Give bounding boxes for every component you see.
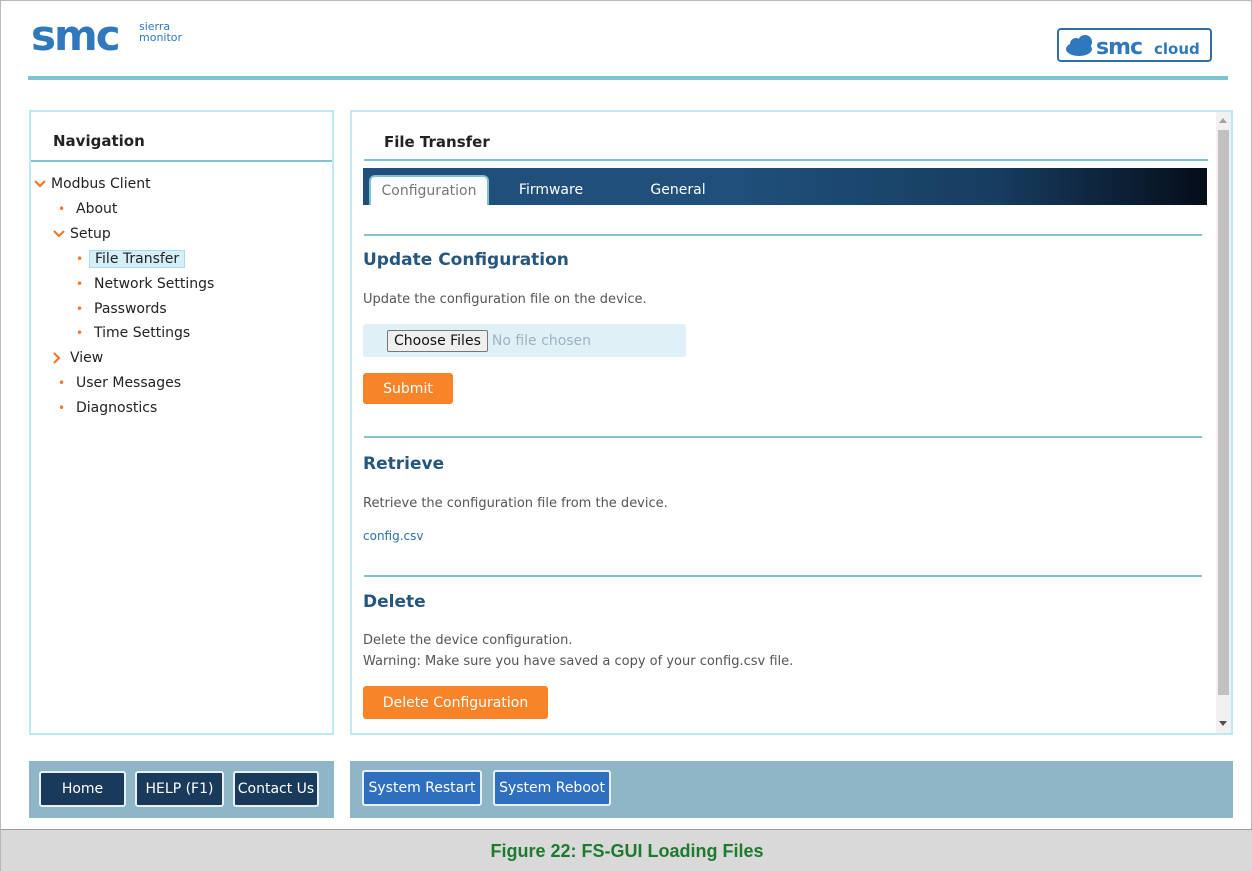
scroll-down-arrow-icon[interactable] — [1219, 721, 1227, 726]
nav-item-file-transfer[interactable]: • File Transfer — [76, 248, 186, 270]
header-divider — [28, 76, 1228, 80]
navigation-title: Navigation — [53, 132, 145, 150]
chevron-down-icon — [33, 173, 51, 195]
title-divider — [364, 159, 1208, 161]
delete-warning: Warning: Make sure you have saved a copy… — [363, 654, 794, 669]
page-title: File Transfer — [384, 133, 490, 151]
scrollbar-thumb[interactable] — [1218, 130, 1229, 695]
system-reboot-button[interactable]: System Reboot — [493, 770, 611, 806]
screenshot-frame: smc sierra monitor smc cloud Navigation … — [0, 0, 1252, 871]
tab-configuration[interactable]: Configuration — [369, 175, 489, 205]
footer-right-bar: System Restart System Reboot — [350, 761, 1233, 818]
bullet-icon: • — [58, 202, 66, 216]
delete-configuration-button[interactable]: Delete Configuration — [363, 686, 548, 719]
nav-item-setup[interactable]: Setup — [52, 223, 111, 245]
contact-us-button[interactable]: Contact Us — [233, 771, 319, 807]
nav-item-passwords[interactable]: • Passwords — [76, 298, 167, 320]
svg-text:cloud: cloud — [1154, 40, 1200, 58]
bullet-icon: • — [76, 302, 84, 316]
help-button[interactable]: HELP (F1) — [135, 771, 224, 807]
cloud-icon — [1066, 35, 1092, 56]
section-divider — [364, 436, 1202, 438]
tab-bar: Configuration Firmware General — [363, 168, 1207, 205]
nav-item-user-messages[interactable]: • User Messages — [58, 372, 181, 394]
bullet-icon: • — [76, 326, 84, 340]
retrieve-title: Retrieve — [363, 454, 445, 474]
svg-text:smc: smc — [1096, 35, 1142, 60]
bullet-icon: • — [58, 376, 66, 390]
svg-text:smc: smc — [31, 15, 119, 55]
svg-text:monitor: monitor — [139, 31, 183, 44]
config-csv-link[interactable]: config.csv — [363, 529, 424, 543]
update-configuration-title: Update Configuration — [363, 250, 569, 270]
nav-item-network-settings[interactable]: • Network Settings — [76, 273, 214, 295]
delete-title: Delete — [363, 592, 426, 612]
scroll-up-arrow-icon[interactable] — [1219, 118, 1227, 123]
submit-button[interactable]: Submit — [363, 373, 453, 404]
vertical-scrollbar[interactable] — [1216, 112, 1231, 733]
delete-description: Delete the device configuration. — [363, 633, 573, 648]
bullet-icon: • — [58, 401, 66, 415]
chevron-down-icon — [52, 223, 70, 245]
smc-sierra-monitor-logo: smc sierra monitor — [31, 11, 201, 60]
figure-caption: Figure 22: FS-GUI Loading Files — [490, 840, 764, 861]
tab-firmware[interactable]: Firmware — [511, 175, 591, 205]
choose-files-button[interactable]: Choose Files — [387, 329, 488, 352]
section-divider — [364, 234, 1202, 236]
update-configuration-description: Update the configuration file on the dev… — [363, 292, 647, 307]
system-restart-button[interactable]: System Restart — [362, 770, 482, 806]
navigation-panel: Navigation Modbus Client • About Setup •… — [29, 110, 334, 735]
main-panel: File Transfer Configuration Firmware Gen… — [350, 110, 1233, 735]
tab-general[interactable]: General — [638, 175, 718, 205]
nav-item-about[interactable]: • About — [58, 198, 117, 220]
navigation-divider — [31, 160, 332, 162]
nav-item-time-settings[interactable]: • Time Settings — [76, 322, 190, 344]
section-divider — [364, 575, 1202, 577]
nav-item-modbus-client[interactable]: Modbus Client — [33, 173, 151, 195]
bullet-icon: • — [76, 277, 84, 291]
smc-cloud-logo: smc cloud — [1057, 28, 1212, 62]
home-button[interactable]: Home — [39, 771, 126, 807]
nav-item-diagnostics[interactable]: • Diagnostics — [58, 397, 157, 419]
file-input-row: Choose Files No file chosen — [363, 324, 686, 357]
nav-item-view[interactable]: View — [52, 347, 103, 369]
figure-caption-bar: Figure 22: FS-GUI Loading Files — [1, 829, 1252, 871]
footer-left-bar: Home HELP (F1) Contact Us — [29, 761, 334, 818]
no-file-chosen-text: No file chosen — [491, 332, 592, 349]
chevron-right-icon — [52, 347, 70, 369]
retrieve-description: Retrieve the configuration file from the… — [363, 496, 668, 511]
